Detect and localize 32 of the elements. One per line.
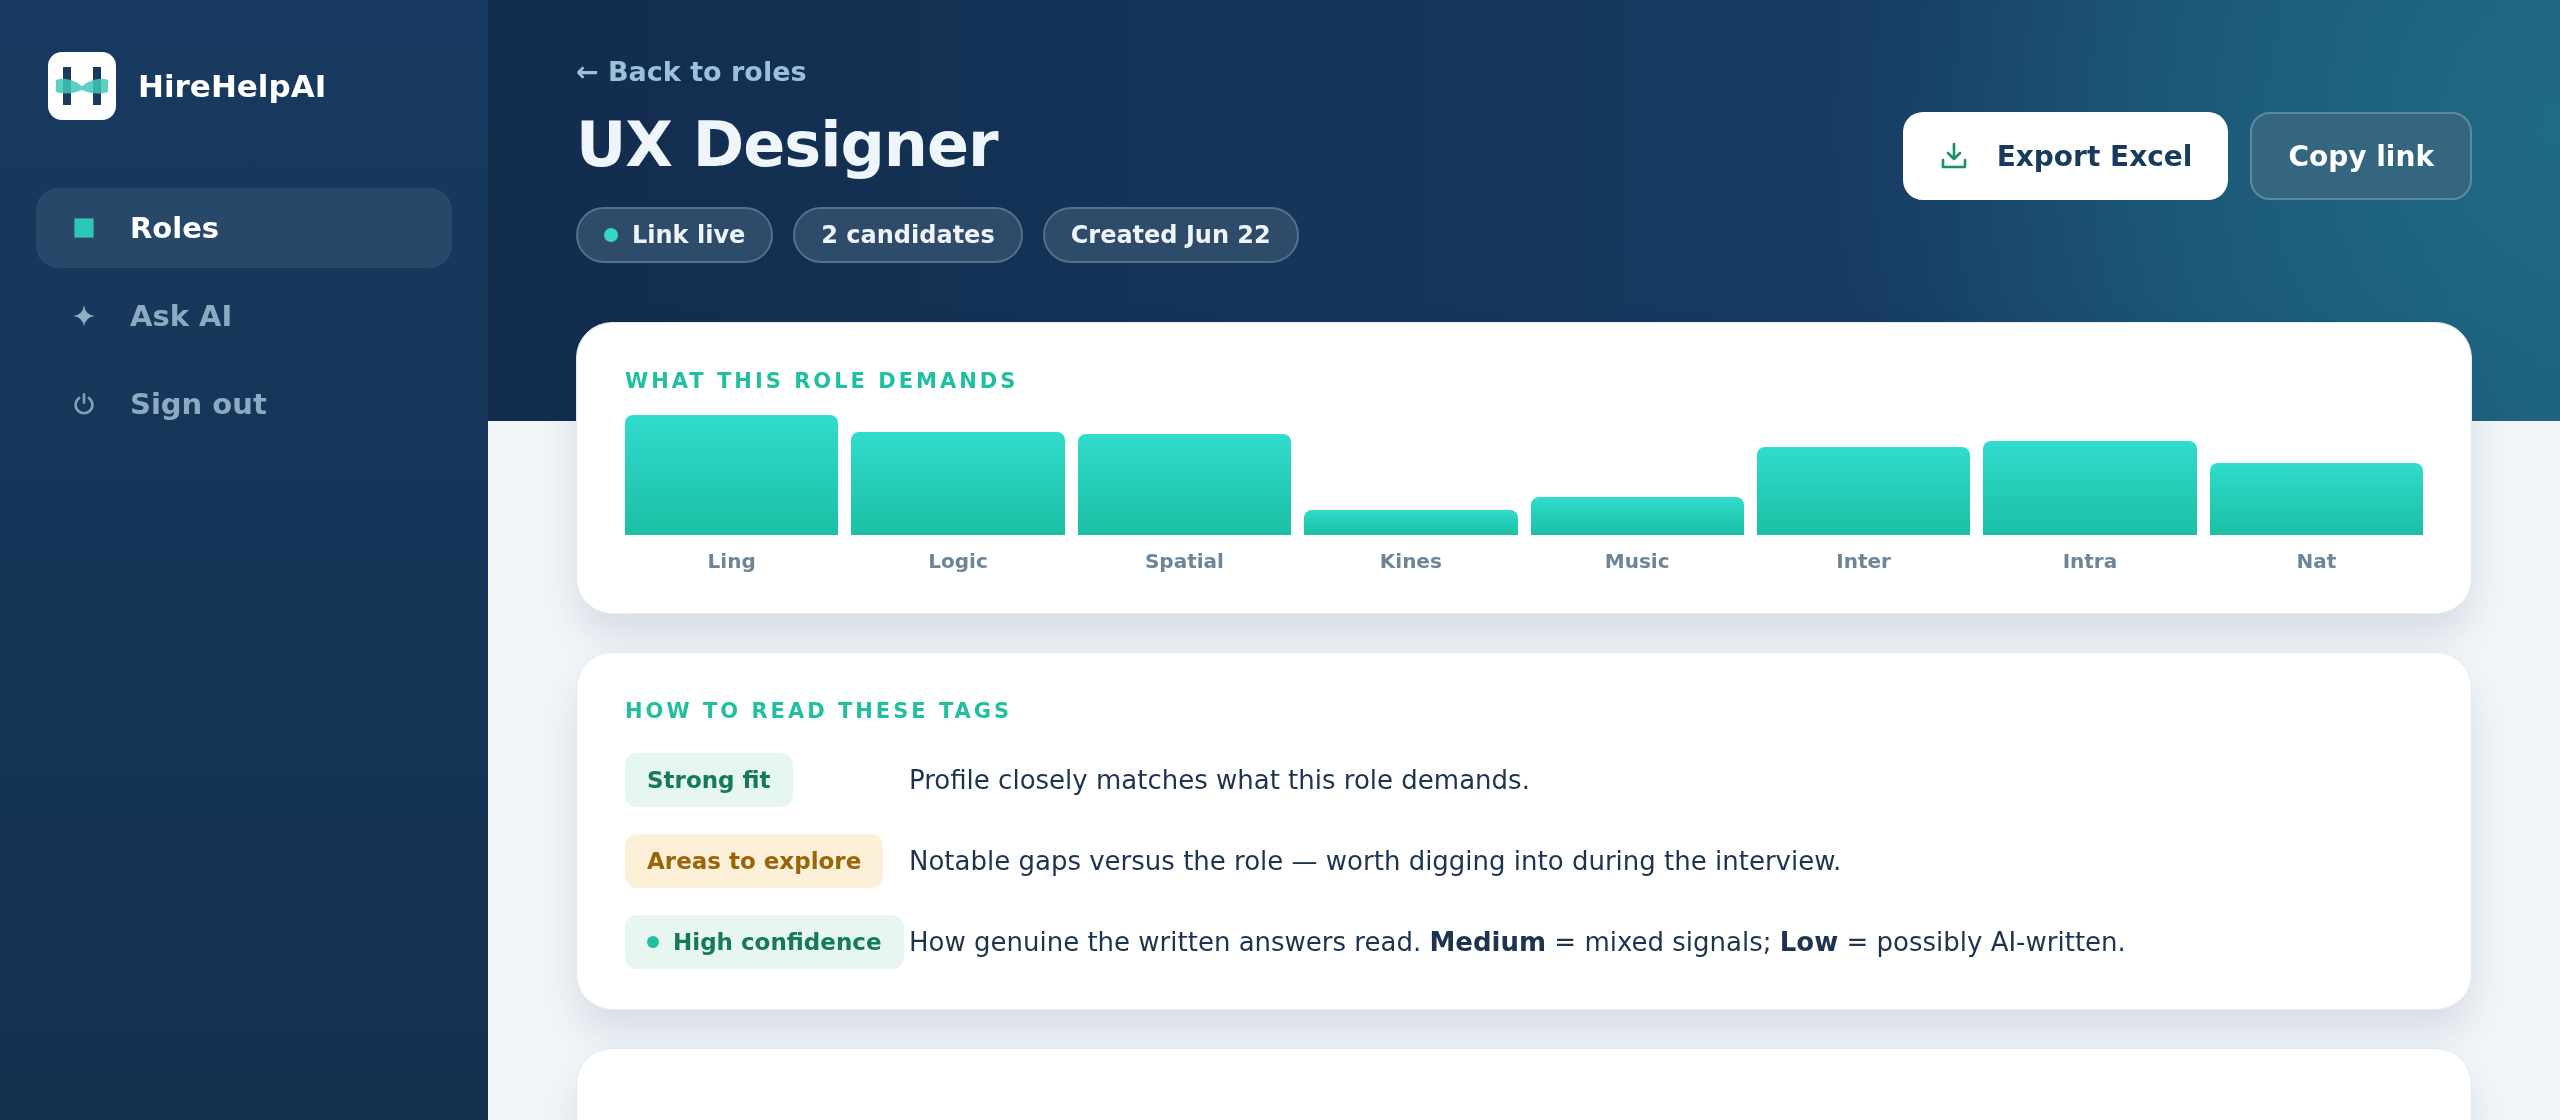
nav-item[interactable]: Ask AI [36, 276, 452, 356]
tag: Areas to explore [625, 834, 884, 888]
card-heading: HOW TO READ THESE TAGS [625, 699, 1014, 723]
tag: High confidence [625, 915, 904, 969]
square-icon [72, 216, 96, 240]
status-chip: Link live [576, 207, 774, 264]
bar-label: Music [1604, 549, 1670, 573]
power-icon [72, 392, 96, 416]
sparkle-icon [72, 304, 96, 328]
nav-item[interactable]: Sign out [36, 364, 452, 444]
nav-item[interactable]: Roles [36, 188, 452, 268]
tag-description: How genuine the written answers read. Medium = mixed signals; Low = possibly AI-written. [909, 927, 2127, 957]
back-link[interactable]: ← Back to roles [576, 56, 807, 87]
bar-label: Logic [928, 549, 988, 573]
tag-description: Notable gaps versus the role — worth digging into during the interview. [909, 846, 1843, 876]
page-title: UX Designer [576, 111, 998, 180]
bar-label: Ling [707, 549, 756, 573]
tag: Strong fit [625, 753, 793, 807]
bar-label: Kines [1379, 549, 1442, 573]
status-chip: 2 candidates [793, 207, 1023, 264]
bar-label: Inter [1836, 549, 1891, 573]
card-heading: WHAT THIS ROLE DEMANDS [625, 369, 1020, 393]
bar-label: Nat [2296, 549, 2337, 573]
logo-icon [48, 52, 116, 120]
brand-name: HireHelpAI [138, 68, 327, 104]
bar-label: Spatial [1144, 549, 1224, 573]
status-chip: Created Jun 22 [1042, 207, 1299, 264]
bar-label: Intra [2062, 549, 2118, 573]
copy-link-button[interactable]: Copy link [2250, 112, 2472, 200]
tag-description: Profile closely matches what this role demands. [909, 765, 1531, 795]
export-button[interactable]: Export Excel [1902, 112, 2229, 200]
confidence-dot [647, 936, 659, 948]
